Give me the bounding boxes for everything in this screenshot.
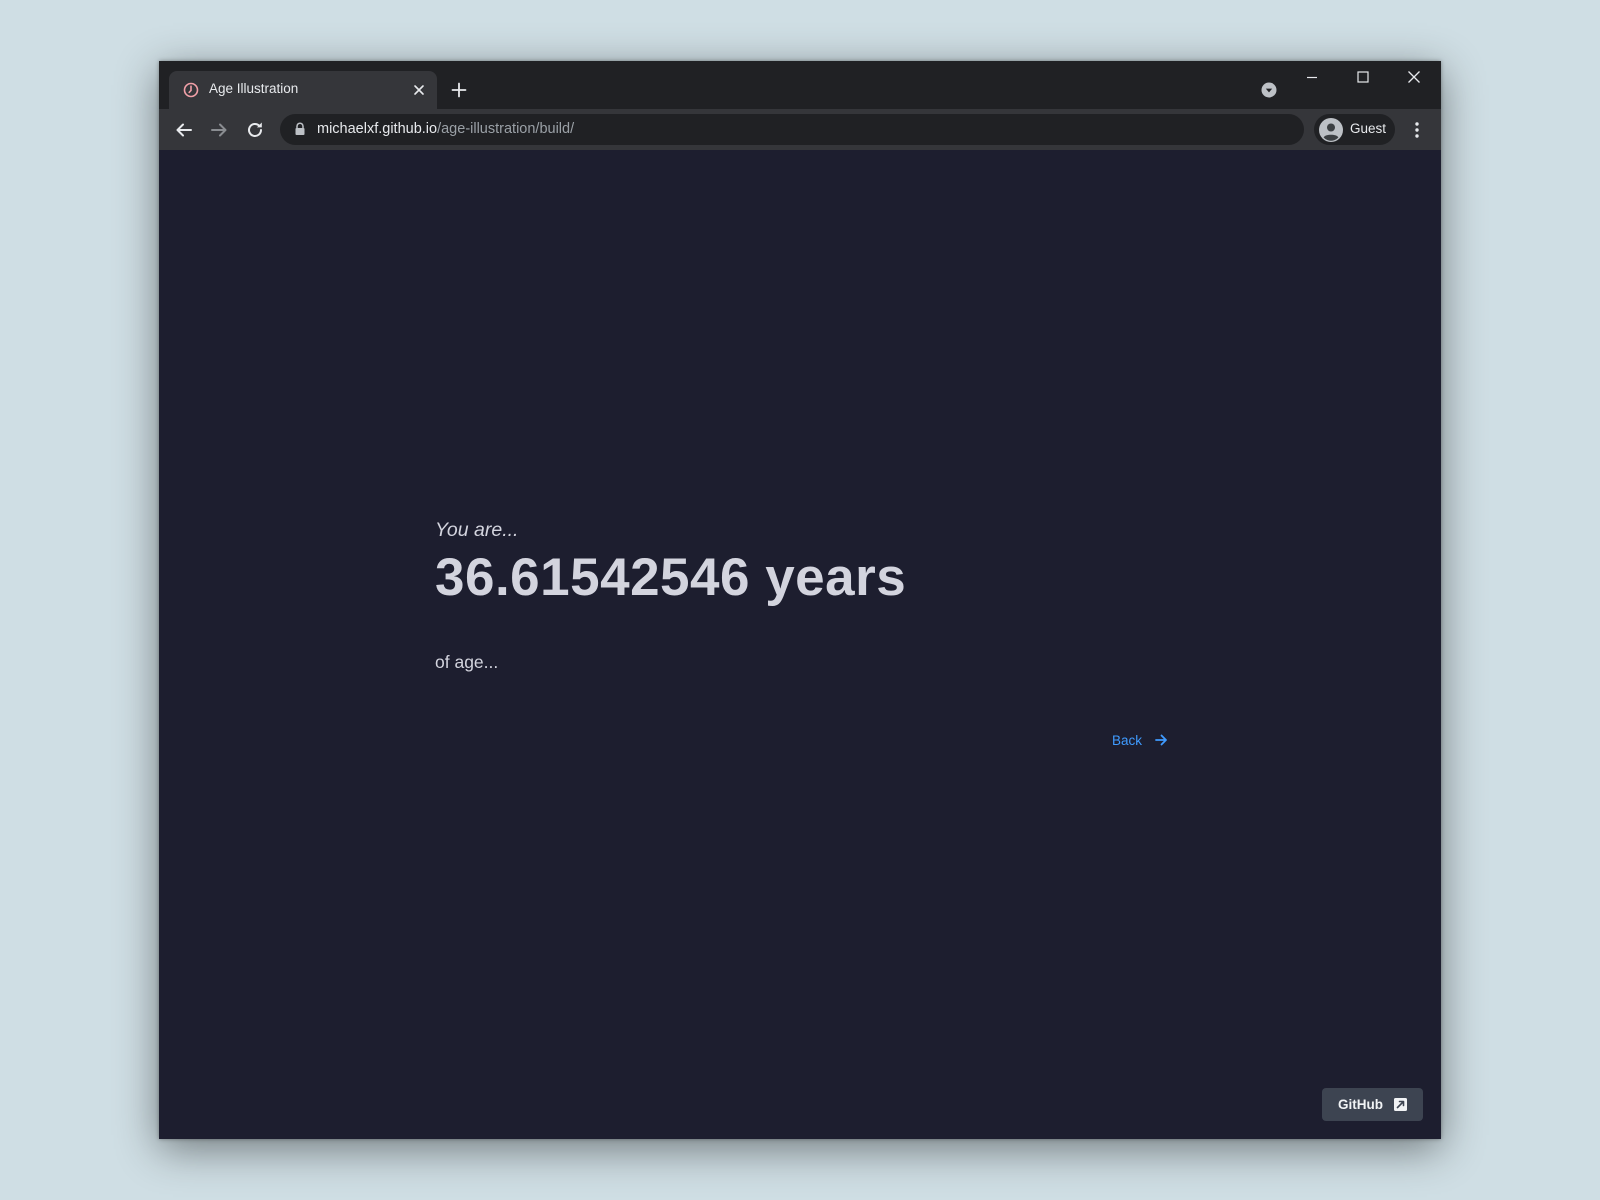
back-arrow-icon[interactable] [174,120,194,140]
external-link-icon [1394,1098,1407,1111]
page-content: You are... 36.61542546 years of age... B… [159,150,1441,1139]
tab-title: Age Illustration [209,81,299,96]
tab-strip: Age Illustration [159,61,1441,109]
outro-text: of age... [435,652,499,672]
tab-age-illustration[interactable]: Age Illustration [169,71,437,109]
minimize-icon[interactable] [1304,69,1320,85]
browser-window: Age Illustration michaelxf.github.io/age… [159,61,1441,1139]
github-button[interactable]: GitHub [1322,1088,1423,1121]
back-link[interactable]: Back [1112,733,1168,748]
forward-arrow-icon[interactable] [209,120,229,140]
profile-name: Guest [1350,121,1387,136]
address-bar[interactable]: michaelxf.github.io/age-illustration/bui… [280,114,1304,145]
more-menu-icon[interactable] [1407,120,1427,140]
url-text[interactable]: michaelxf.github.io/age-illustration/bui… [317,121,574,137]
maximize-icon[interactable] [1355,69,1371,85]
close-tab-icon[interactable] [411,82,427,98]
new-tab-icon[interactable] [451,82,467,98]
clock-icon [183,82,199,98]
lock-icon[interactable] [294,122,306,136]
back-link-label: Back [1112,733,1143,748]
intro-text: You are... [435,519,519,541]
github-button-label: GitHub [1338,1097,1383,1112]
browser-toolbar: michaelxf.github.io/age-illustration/bui… [159,109,1441,150]
url-host: michaelxf.github.io [317,121,438,137]
tab-search-icon[interactable] [1261,82,1277,98]
reload-icon[interactable] [245,120,265,140]
close-window-icon[interactable] [1406,69,1422,85]
profile-button[interactable]: Guest [1314,114,1395,145]
age-value: 36.61542546 years [435,548,907,607]
url-path: /age-illustration/build/ [437,121,575,137]
arrow-right-icon [1154,734,1167,746]
avatar-icon [1319,118,1343,142]
